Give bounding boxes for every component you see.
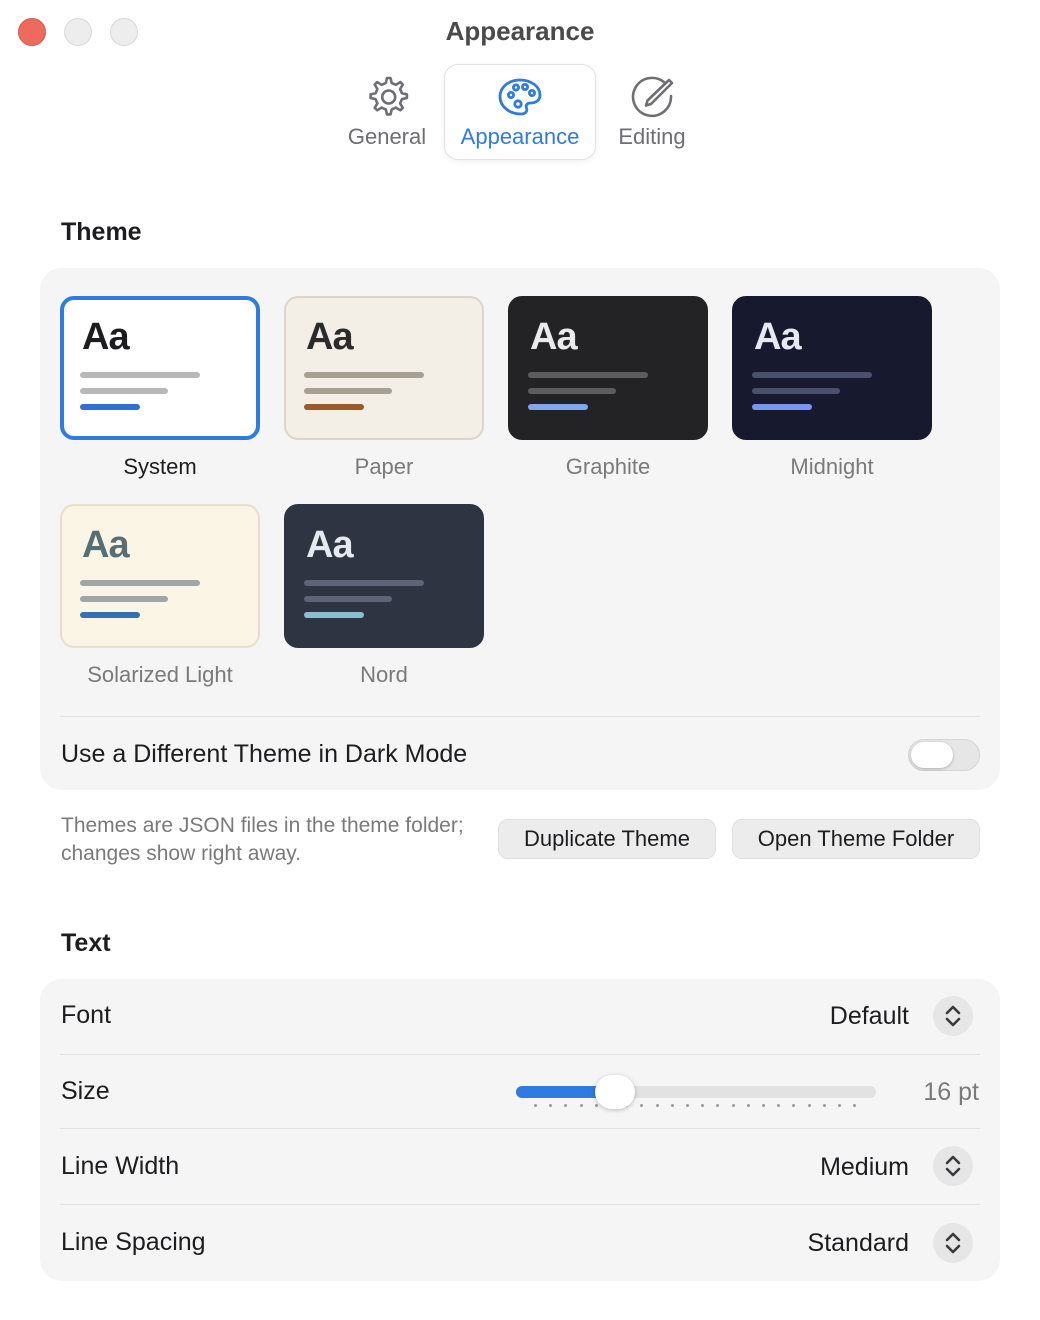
line-spacing-label: Line Spacing (61, 1228, 206, 1256)
theme-card-label: Nord (360, 662, 408, 687)
divider (60, 1128, 980, 1129)
palette-icon (498, 78, 542, 116)
slider-tick (731, 1104, 735, 1107)
slider-tick (670, 1104, 674, 1107)
toggle-knob (911, 742, 953, 768)
theme-sample-text: Aa (306, 316, 354, 358)
slider-tick (594, 1104, 598, 1107)
slider-tick (746, 1104, 750, 1107)
theme-text-line (304, 372, 424, 378)
gear-icon (369, 76, 409, 116)
size-slider-track[interactable] (516, 1086, 876, 1098)
theme-card-label: System (123, 454, 197, 479)
text-section-title: Text (61, 929, 111, 957)
theme-card-system[interactable]: Aa (60, 296, 260, 440)
theme-text-line (752, 372, 872, 378)
open-theme-folder-button[interactable]: Open Theme Folder (732, 819, 980, 859)
theme-accent-line (80, 404, 140, 410)
theme-text-line (304, 388, 392, 394)
slider-tick (822, 1104, 826, 1107)
tab-general[interactable]: General (337, 64, 437, 160)
font-value[interactable]: Default (830, 1002, 909, 1031)
line-width-value[interactable]: Medium (820, 1153, 909, 1182)
theme-text-line (80, 372, 200, 378)
theme-card-paper[interactable]: Aa (284, 296, 484, 440)
line-spacing-popup-button[interactable] (933, 1223, 973, 1263)
tab-editing[interactable]: Editing (602, 64, 702, 160)
chevron-up-down-icon (945, 1232, 961, 1254)
theme-sample-text: Aa (82, 316, 130, 358)
theme-text-line (80, 596, 168, 602)
slider-tick (807, 1104, 811, 1107)
size-label: Size (61, 1077, 110, 1105)
slider-tick (762, 1104, 765, 1107)
size-slider-knob[interactable] (595, 1075, 636, 1109)
theme-sample-text: Aa (82, 524, 130, 566)
theme-text-line (304, 580, 424, 586)
slider-tick (838, 1104, 841, 1107)
divider (60, 1204, 980, 1205)
dark-mode-label: Use a Different Theme in Dark Mode (61, 740, 468, 768)
divider (60, 716, 980, 717)
theme-text-line (80, 388, 168, 394)
tab-appearance[interactable]: Appearance (444, 64, 596, 160)
theme-text-line (528, 372, 648, 378)
theme-card-label: Graphite (565, 454, 651, 479)
theme-text-line (304, 596, 392, 602)
tab-editing-label: Editing (618, 124, 686, 149)
theme-card-midnight[interactable]: Aa (732, 296, 932, 440)
slider-tick (579, 1104, 583, 1107)
chevron-up-down-icon (945, 1005, 961, 1027)
theme-card-graphite[interactable]: Aa (508, 296, 708, 440)
theme-sample-text: Aa (306, 524, 354, 566)
dark-mode-toggle[interactable] (908, 739, 980, 771)
theme-sample-text: Aa (530, 316, 578, 358)
theme-accent-line (304, 404, 364, 410)
theme-text-line (80, 580, 200, 586)
tab-general-label: General (347, 124, 427, 149)
slider-tick (655, 1104, 659, 1107)
divider (60, 1054, 980, 1055)
font-popup-button[interactable] (933, 996, 973, 1036)
tab-appearance-label: Appearance (460, 124, 580, 149)
size-value: 16 pt (923, 1078, 979, 1106)
chevron-up-down-icon (945, 1155, 961, 1177)
theme-accent-line (528, 404, 588, 410)
theme-sample-text: Aa (754, 316, 802, 358)
theme-card-label: Solarized Light (87, 662, 233, 687)
pencil-circle-icon (631, 76, 674, 118)
slider-tick (686, 1104, 689, 1107)
line-width-popup-button[interactable] (933, 1146, 973, 1186)
theme-accent-line (752, 404, 812, 410)
theme-card-nord[interactable]: Aa (284, 504, 484, 648)
theme-text-line (528, 388, 616, 394)
theme-hint-text: Themes are JSON files in the theme folde… (61, 814, 464, 865)
window-title: Appearance (445, 16, 595, 46)
font-label: Font (61, 1001, 112, 1029)
line-width-label: Line Width (61, 1152, 180, 1180)
line-spacing-value[interactable]: Standard (808, 1229, 909, 1258)
theme-card-solarized-light[interactable]: Aa (60, 504, 260, 648)
theme-card-label: Paper (354, 454, 414, 479)
theme-text-line (752, 388, 840, 394)
duplicate-theme-button[interactable]: Duplicate Theme (498, 819, 716, 859)
theme-section-title: Theme (61, 218, 142, 246)
slider-tick (534, 1104, 537, 1107)
theme-accent-line (304, 612, 364, 618)
theme-accent-line (80, 612, 140, 618)
theme-card-label: Midnight (790, 454, 874, 479)
